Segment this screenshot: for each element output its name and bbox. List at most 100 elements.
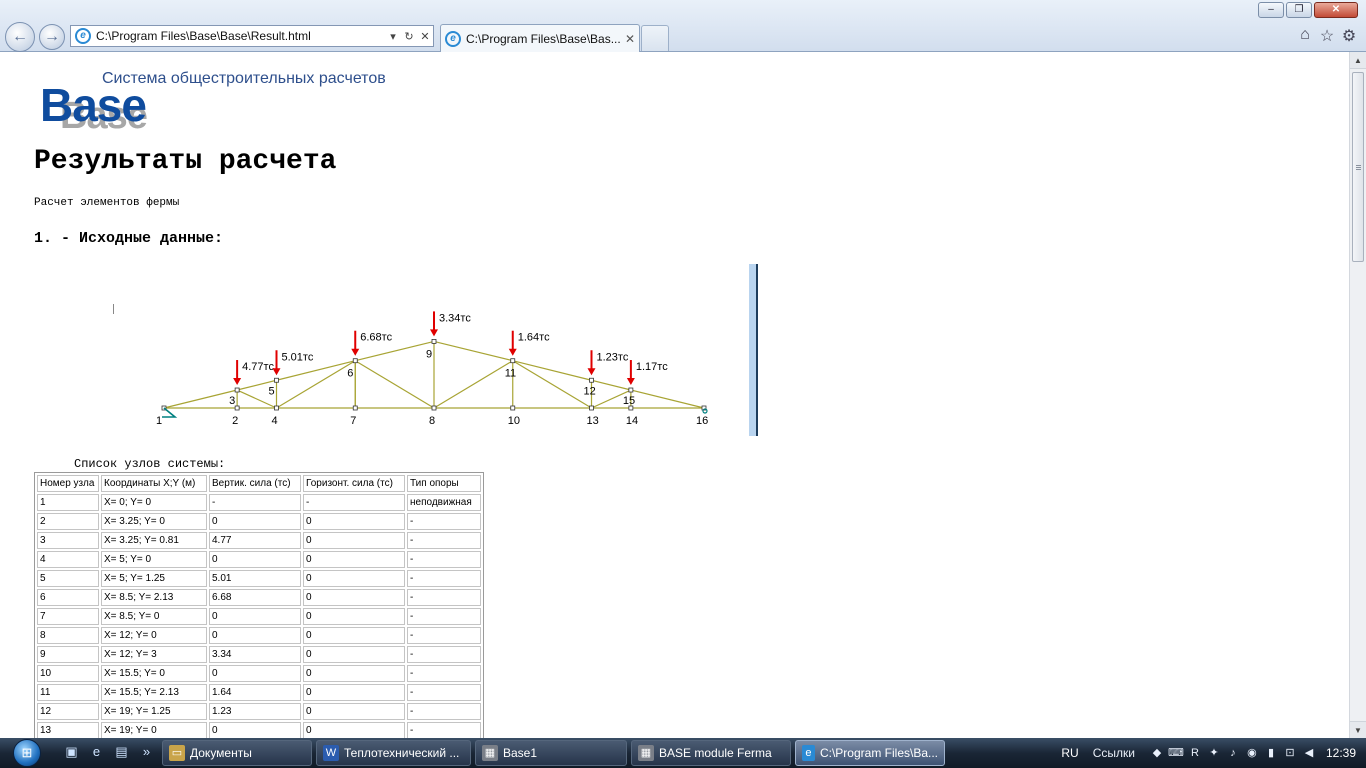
page-subtitle: Расчет элементов фермы — [34, 197, 180, 209]
truss-member — [163, 389, 238, 409]
tray-app-icon[interactable]: ✦ — [1206, 745, 1222, 761]
taskbar-item[interactable]: e C:\Program Files\Ba... — [795, 740, 945, 766]
truss-member — [591, 379, 632, 391]
cell-horizontal-force: 0 — [303, 665, 405, 682]
cell-node-number: 10 — [37, 665, 99, 682]
clock[interactable]: 12:39 — [1326, 746, 1356, 760]
ie-icon[interactable]: e — [87, 744, 106, 762]
taskbar-item[interactable]: ▦ BASE module Ferma — [631, 740, 791, 766]
node-label: 16 — [696, 415, 708, 427]
node-label: 4 — [272, 415, 278, 427]
taskbar-item[interactable]: ▭ Документы — [162, 740, 312, 766]
cell-horizontal-force: 0 — [303, 608, 405, 625]
start-button[interactable]: ⊞ — [0, 738, 54, 768]
network-icon[interactable]: ⊡ — [1282, 745, 1298, 761]
new-tab-button[interactable] — [641, 25, 669, 51]
tab-title: C:\Program Files\Base\Bas... — [466, 31, 621, 46]
table-row: 7 X= 8.5; Y= 000- — [37, 608, 481, 625]
links-toolbar[interactable]: Ссылки — [1093, 746, 1135, 760]
truss-node — [431, 339, 437, 344]
star-icon[interactable]: ☆ — [1316, 26, 1338, 46]
cell-node-number: 3 — [37, 532, 99, 549]
taskbar-item-label: Base1 — [503, 746, 538, 760]
load-arrowhead-icon — [430, 329, 438, 337]
address-dropdown-icon[interactable]: ▾ — [385, 30, 401, 43]
table-row: 12 X= 19; Y= 1.25 1.23 0- — [37, 703, 481, 720]
back-button[interactable]: ← — [5, 22, 35, 52]
taskbar: ⊞ ▣ e ▤ » ▭ Документы W Теплотехнический ..… — [0, 738, 1366, 768]
home-icon[interactable]: ⌂ — [1294, 26, 1316, 46]
header-vertical-force: Вертик. сила (тс) — [209, 475, 301, 492]
cell-node-number: 13 — [37, 722, 99, 738]
nvidia-icon[interactable]: ◆ — [1149, 745, 1165, 761]
truss-member — [354, 360, 435, 409]
cell-coordinates: X= 3.25; Y= 0.81 — [101, 532, 207, 549]
switch-windows-icon[interactable]: ▤ — [112, 744, 131, 762]
cell-node-number: 12 — [37, 703, 99, 720]
page-scrollbar[interactable]: ▲ ▼ — [1349, 52, 1366, 738]
cell-horizontal-force: 0 — [303, 684, 405, 701]
cell-coordinates: X= 19; Y= 0 — [101, 722, 207, 738]
truss-node — [510, 405, 516, 411]
cell-support-type: - — [407, 684, 481, 701]
quick-launch-more[interactable]: » — [137, 744, 156, 762]
table-row: 13 X= 19; Y= 000- — [37, 722, 481, 738]
diagram-panel-edge — [749, 264, 758, 436]
scroll-thumb[interactable] — [1352, 72, 1364, 262]
taskbar-item[interactable]: W Теплотехнический ... — [316, 740, 471, 766]
scroll-down-icon[interactable]: ▼ — [1350, 721, 1366, 738]
speaker-icon[interactable]: ◀ — [1301, 745, 1317, 761]
cell-horizontal-force: 0 — [303, 703, 405, 720]
cell-node-number: 5 — [37, 570, 99, 587]
truss-member — [433, 360, 514, 409]
tab-close-icon[interactable]: ✕ — [621, 32, 639, 46]
language-indicator[interactable]: RU — [1061, 746, 1078, 760]
taskbar-item[interactable]: ▦ Base1 — [475, 740, 627, 766]
table-row: 8 X= 12; Y= 000- — [37, 627, 481, 644]
truss-node — [431, 405, 437, 411]
load-arrowhead-icon — [626, 378, 635, 386]
cell-coordinates: X= 5; Y= 1.25 — [101, 570, 207, 587]
node-label: 14 — [626, 415, 638, 427]
address-input[interactable]: C:\Program Files\Base\Base\Result.html — [96, 29, 385, 43]
truss-member — [355, 340, 435, 362]
truss-node — [589, 377, 594, 383]
truss-node — [589, 405, 594, 411]
section-heading-initial-data: 1. - Исходные данные: — [34, 230, 224, 247]
forward-button[interactable]: → — [39, 24, 65, 50]
scroll-up-icon[interactable]: ▲ — [1350, 52, 1366, 69]
browser-chrome: – ❐ ✕ ← → e C:\Program Files\Base\Base\R… — [0, 0, 1366, 52]
truss-loads: 4.77тс 5.01тс 6.68тс 3.34тс 1.64тс 1.23тс 1.17… — [233, 311, 668, 386]
base-logo: Система общестроительных расчетов Base B… — [40, 70, 420, 137]
stop-icon[interactable]: ✕ — [417, 30, 433, 43]
tray-keyboard-icon[interactable]: ⌨ — [1168, 745, 1184, 761]
truss-node — [274, 377, 279, 383]
cell-vertical-force: 0 — [209, 551, 301, 568]
minimize-button[interactable]: – — [1258, 2, 1284, 18]
address-bar[interactable]: e C:\Program Files\Base\Base\Result.html… — [70, 25, 434, 47]
refresh-icon[interactable]: ↻ — [401, 30, 417, 43]
load-label: 5.01тс — [282, 351, 314, 363]
antivirus-icon[interactable]: ◉ — [1244, 745, 1260, 761]
cell-vertical-force: 3.34 — [209, 646, 301, 663]
gear-icon[interactable]: ⚙ — [1338, 26, 1360, 46]
cell-vertical-force: 1.64 — [209, 684, 301, 701]
battery-icon[interactable]: ▮ — [1263, 745, 1279, 761]
cell-vertical-force: 0 — [209, 627, 301, 644]
cell-support-type: - — [407, 646, 481, 663]
cell-support-type: - — [407, 608, 481, 625]
folder-icon: ▭ — [169, 745, 185, 761]
load-label: 3.34тс — [439, 312, 471, 324]
tab-result[interactable]: e C:\Program Files\Base\Bas... ✕ — [440, 24, 640, 52]
tray-lang-icon[interactable]: R — [1187, 745, 1203, 761]
cell-horizontal-force: 0 — [303, 513, 405, 530]
close-window-button[interactable]: ✕ — [1314, 2, 1358, 18]
table-row: 1 X= 0; Y= 0- - неподвижная — [37, 494, 481, 511]
maximize-button[interactable]: ❐ — [1286, 2, 1312, 18]
volume-icon[interactable]: ♪ — [1225, 745, 1241, 761]
cell-coordinates: X= 8.5; Y= 2.13 — [101, 589, 207, 606]
header-support-type: Тип опоры — [407, 475, 481, 492]
nodes-table-caption: Список узлов системы: — [74, 457, 226, 471]
taskbar-items: ▭ Документы W Теплотехнический ... ▦ Base1 ▦ BA… — [162, 740, 949, 766]
show-desktop-icon[interactable]: ▣ — [62, 744, 81, 762]
